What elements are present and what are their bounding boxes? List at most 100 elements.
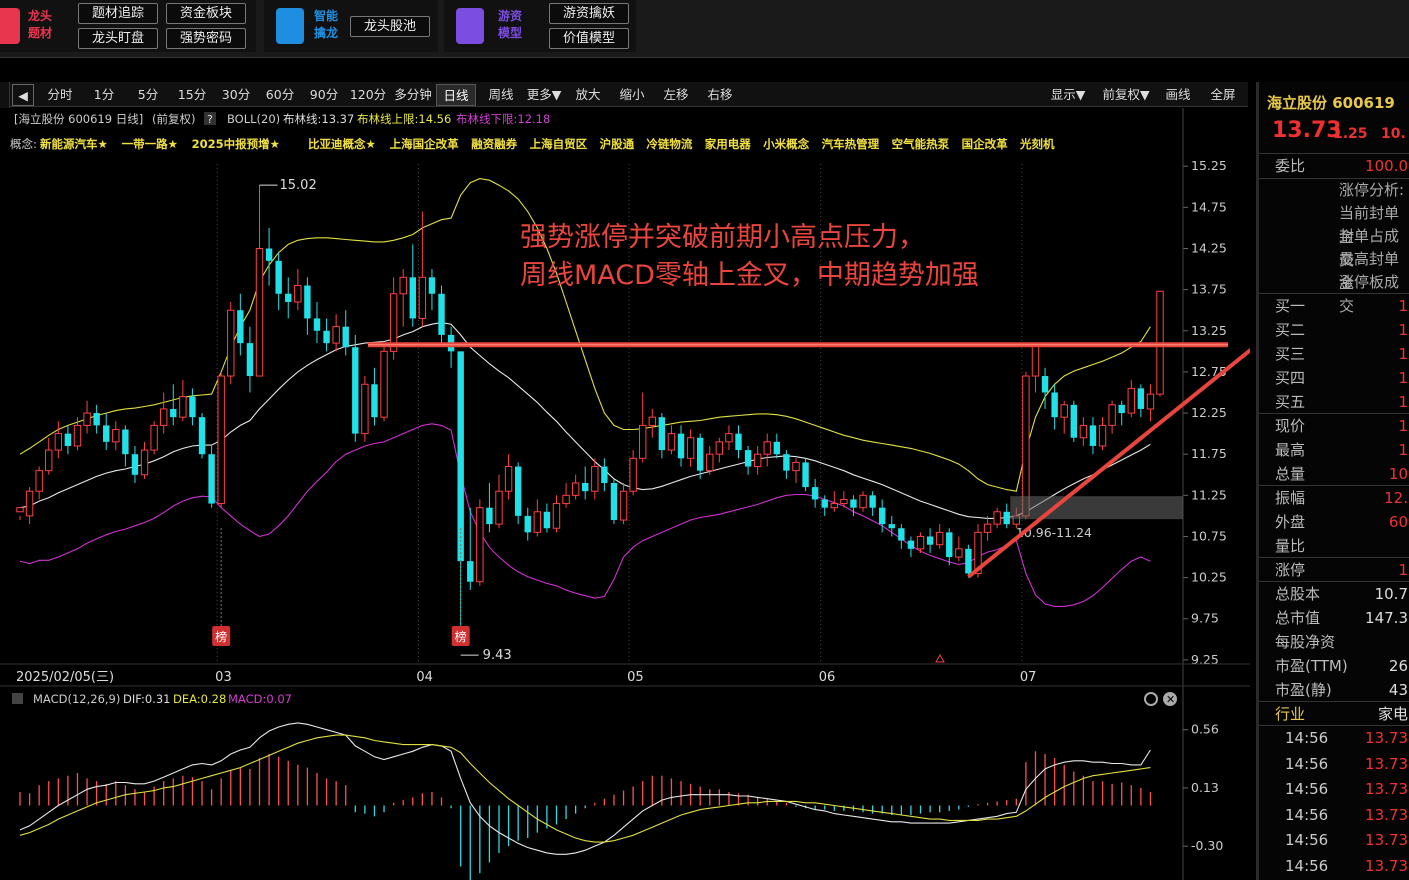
quote-value: 13.73 <box>1365 780 1408 798</box>
period-button-11[interactable]: 更多▼ <box>522 84 566 106</box>
value-model-button[interactable]: 价值模型 <box>549 28 629 49</box>
quote-price: 13.73 <box>1272 118 1342 143</box>
stock-title: [海立股份 600619 日线] <box>14 112 143 126</box>
concept-tag[interactable]: 小米概念 <box>762 137 809 151</box>
collapse-icon[interactable]: ◀ <box>12 84 34 106</box>
adjust-label: (前复权) <box>152 112 195 126</box>
concept-tag[interactable]: 比亚迪概念★ <box>308 137 376 151</box>
quote-panel: 海立股份 600619 13.73 1.25 10. 委比 100.0 涨停分析: 当… <box>1256 82 1409 880</box>
quote-label: 买五 <box>1275 393 1306 411</box>
leader-watch-button[interactable]: 龙头盯盘 <box>78 28 158 49</box>
period-button-19[interactable]: 全屏 <box>1202 84 1244 106</box>
quote-value: 26 <box>1388 657 1408 675</box>
candle-body <box>935 531 944 546</box>
quote-label: 行业 <box>1275 705 1306 723</box>
period-button-9[interactable]: 日线 <box>436 84 476 106</box>
strength-code-button[interactable]: 强势密码 <box>166 28 246 49</box>
quote-label: 市盈(静) <box>1275 681 1332 699</box>
concept-tag[interactable]: 家用电器 <box>705 137 751 151</box>
concept-tag[interactable]: 国企改革 <box>962 137 1008 151</box>
period-button-15[interactable]: 右移 <box>698 84 742 106</box>
candle-body <box>198 417 206 455</box>
topic-tracking-button[interactable]: 题材追踪 <box>78 3 158 24</box>
concept-tag[interactable]: 沪股通 <box>600 137 635 151</box>
price-tick-label: 15.25 <box>1191 158 1227 173</box>
quote-label: 振幅 <box>1275 489 1306 507</box>
candle-body <box>658 417 666 451</box>
period-button-17[interactable]: 前复权▼ <box>1096 84 1156 106</box>
candle-body <box>753 453 762 468</box>
candle-body <box>352 347 359 434</box>
annotation-line2: 周线MACD零轴上金叉，中期趋势加强 <box>520 260 979 291</box>
period-button-7[interactable]: 120分 <box>346 84 390 106</box>
concept-tag[interactable]: 新能源汽车★ <box>40 137 108 151</box>
period-button-0[interactable]: 分时 <box>38 84 82 106</box>
candle-body <box>255 248 264 377</box>
quote-change: 1.25 <box>1333 126 1368 142</box>
stat-row: 最高 1 <box>1259 438 1409 462</box>
candle-body <box>677 433 685 459</box>
toolbar-group-youzi: 游资 模型 游资擒妖 价值模型 <box>444 0 636 52</box>
quote-value: 1 <box>1398 369 1408 387</box>
quote-label: 14:56 <box>1285 856 1329 875</box>
leader-pool-button[interactable]: 龙头股池 <box>350 16 430 37</box>
period-button-18[interactable]: 画线 <box>1158 84 1198 106</box>
period-button-1[interactable]: 1分 <box>82 84 126 106</box>
price-tick-label: 12.25 <box>1191 405 1227 420</box>
candle-body <box>802 462 809 488</box>
period-button-6[interactable]: 90分 <box>302 84 346 106</box>
period-button-2[interactable]: 5分 <box>126 84 170 106</box>
quote-label: 外盘 <box>1275 513 1306 531</box>
concept-tag[interactable]: 一带一路★ <box>122 137 178 151</box>
macd-tick-label: -0.30 <box>1191 838 1223 853</box>
candle-body <box>131 454 139 475</box>
quote-value: 1 <box>1398 417 1408 435</box>
candle-body <box>112 429 120 443</box>
quote-value: 1 <box>1398 441 1408 459</box>
candle-body <box>946 532 953 558</box>
quote-label: 总股本 <box>1275 585 1321 603</box>
hot-money-button[interactable]: 游资擒妖 <box>549 3 629 24</box>
candle-body <box>150 424 158 451</box>
toolbar-group-qinlong: 智能 擒龙 龙头股池 <box>264 0 438 52</box>
concept-tag[interactable]: 融资融券 <box>471 137 517 151</box>
period-button-10[interactable]: 周线 <box>480 84 522 106</box>
limit-analysis-row: 当前封单金 <box>1259 201 1409 246</box>
quote-label: 每股净资 <box>1275 633 1336 651</box>
quote-label: 14:56 <box>1285 805 1329 824</box>
period-button-3[interactable]: 15分 <box>170 84 214 106</box>
candle-body <box>686 437 695 459</box>
period-button-13[interactable]: 缩小 <box>610 84 654 106</box>
concept-tag[interactable]: 光刻机 <box>1019 137 1055 151</box>
quote-value: 13.73 <box>1365 831 1408 849</box>
date-label: 05 <box>627 670 644 685</box>
concept-tag[interactable]: 上海自贸区 <box>530 137 588 151</box>
period-button-5[interactable]: 60分 <box>258 84 302 106</box>
price-tick-label: 14.25 <box>1191 241 1227 256</box>
stat-row: 振幅 12. <box>1259 486 1409 510</box>
candle-body <box>543 511 551 529</box>
concept-tag[interactable]: 冷链物流 <box>646 137 692 151</box>
fund-sector-button[interactable]: 资金板块 <box>166 3 246 24</box>
candle-body <box>1031 342 1040 377</box>
tick-row: 14:56 13.73 <box>1259 803 1409 827</box>
quote-value: 147.3 <box>1365 609 1408 627</box>
concept-tag[interactable]: 空气能热泵 <box>892 137 950 151</box>
candle-body <box>792 461 800 472</box>
concept-tag[interactable]: 2025中报预增★ <box>192 137 280 151</box>
quote-value: 10 <box>1388 465 1408 483</box>
candle-body <box>1118 404 1125 414</box>
period-button-8[interactable]: 多分钟 <box>390 84 436 106</box>
price-tick-label: 11.25 <box>1191 487 1227 502</box>
concept-tag[interactable]: 汽车热管理 <box>822 137 880 151</box>
period-button-4[interactable]: 30分 <box>214 84 258 106</box>
tick-row: 14:56 13.73 <box>1259 777 1409 801</box>
concept-tag[interactable]: 上海国企改革 <box>390 137 459 151</box>
macd-collapse-icon[interactable] <box>12 693 23 704</box>
bid-row: 买三 1 <box>1259 342 1409 366</box>
period-button-12[interactable]: 放大 <box>566 84 610 106</box>
candle-body <box>476 507 484 583</box>
period-button-14[interactable]: 左移 <box>654 84 698 106</box>
period-button-16[interactable]: 显示▼ <box>1042 84 1094 106</box>
candle-body <box>140 449 149 476</box>
